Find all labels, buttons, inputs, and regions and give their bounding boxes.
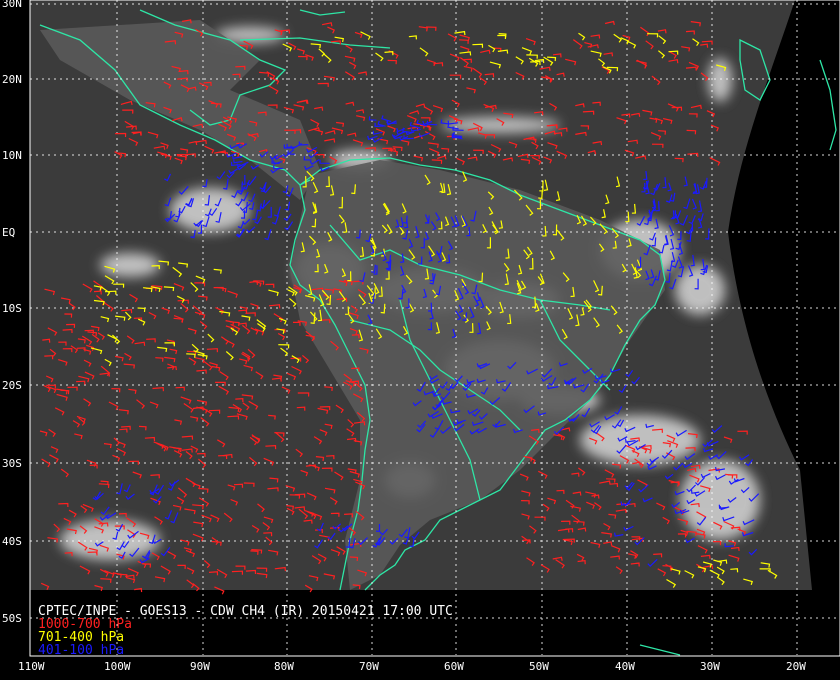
lon-label: 50W bbox=[529, 660, 549, 673]
lon-label: 100W bbox=[104, 660, 131, 673]
lon-label: 60W bbox=[444, 660, 464, 673]
lon-label: 110W bbox=[18, 660, 45, 673]
satellite-map bbox=[0, 0, 840, 680]
lat-label: 20S bbox=[2, 379, 22, 392]
lat-label: 10N bbox=[2, 149, 22, 162]
lat-label: 40S bbox=[2, 535, 22, 548]
lat-label: EQ bbox=[2, 226, 16, 239]
lat-label: 20N bbox=[2, 73, 22, 86]
lon-label: 90W bbox=[190, 660, 210, 673]
lat-label: 30N bbox=[2, 0, 22, 10]
legend-item-high-level: 401-100 hPa bbox=[38, 643, 125, 658]
lat-label: 10S bbox=[2, 302, 22, 315]
lon-label: 80W bbox=[274, 660, 294, 673]
lon-label: 70W bbox=[359, 660, 379, 673]
lon-label: 20W bbox=[786, 660, 806, 673]
lat-label: 30S bbox=[2, 457, 22, 470]
lon-label: 40W bbox=[615, 660, 635, 673]
lon-label: 30W bbox=[700, 660, 720, 673]
lat-label: 50S bbox=[2, 612, 22, 625]
